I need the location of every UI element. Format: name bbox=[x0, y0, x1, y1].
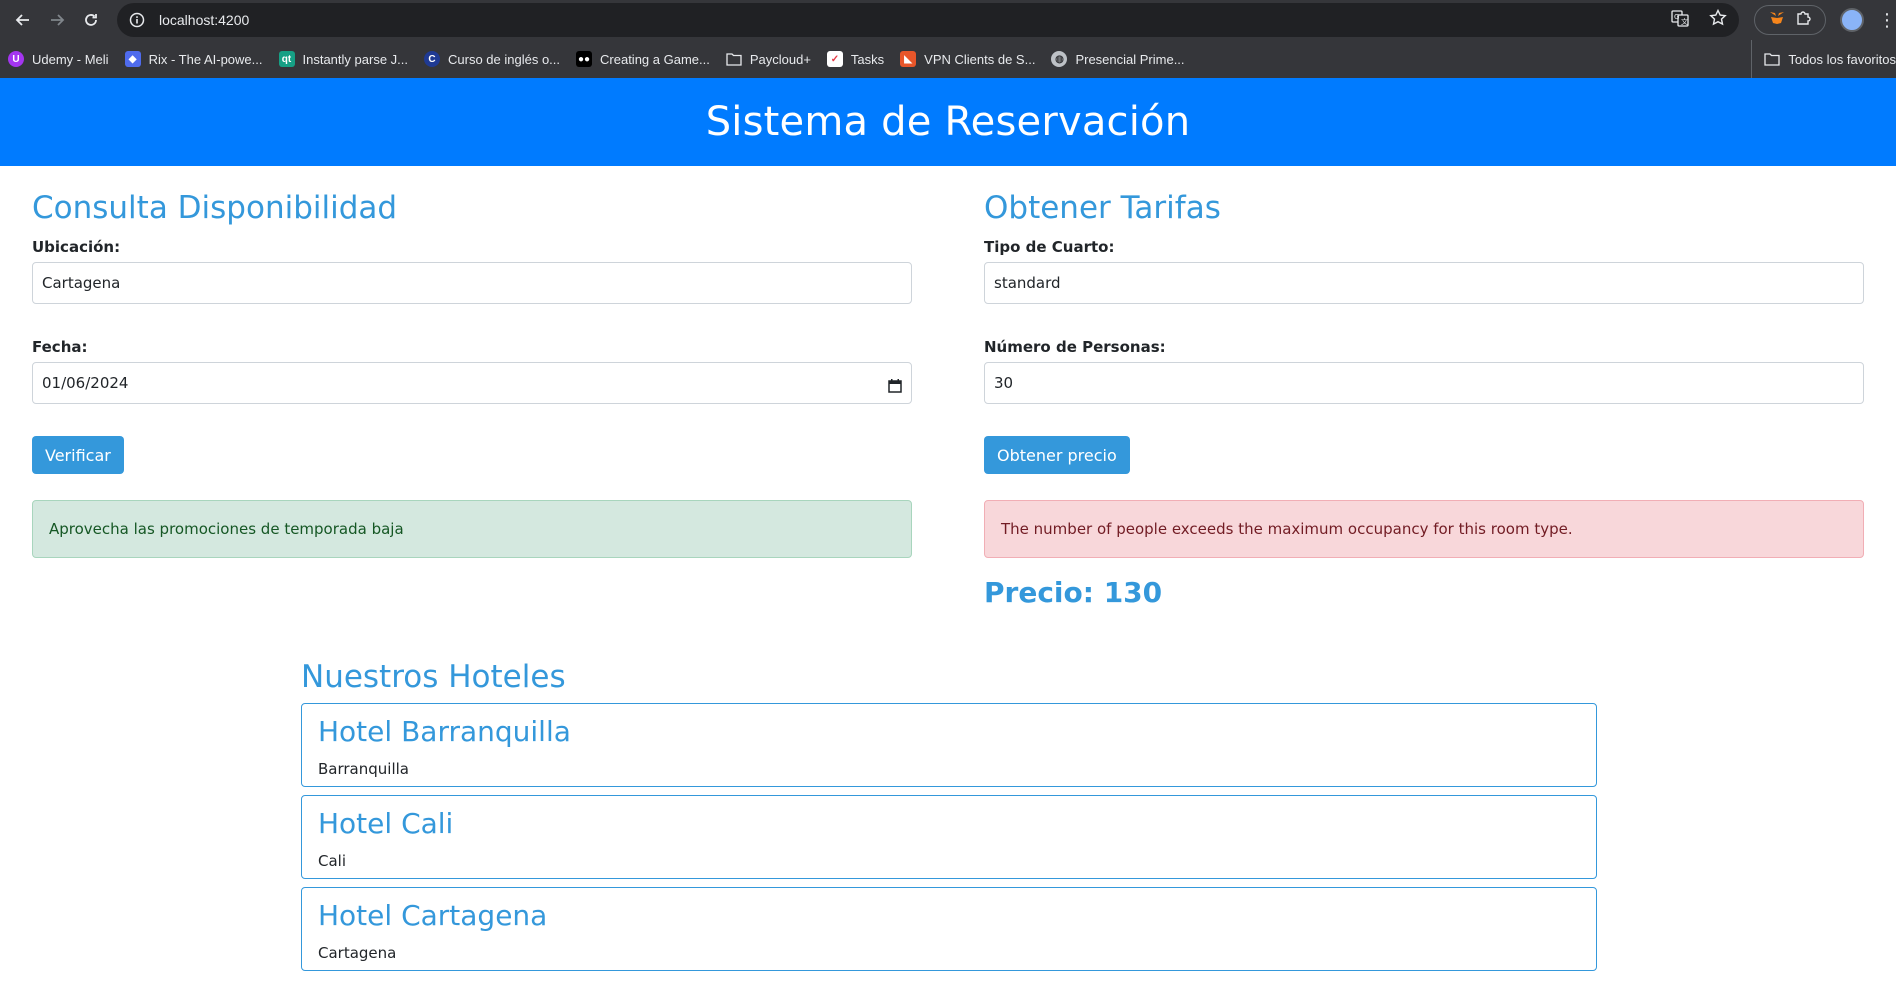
calendar-icon[interactable] bbox=[888, 378, 902, 397]
room-type-input[interactable]: standard bbox=[984, 262, 1864, 304]
rates-section: Obtener Tarifas Tipo de Cuarto: standard… bbox=[984, 166, 1864, 609]
svg-text:G: G bbox=[1674, 13, 1679, 21]
site-info-icon[interactable] bbox=[127, 10, 147, 30]
forms-row: Consulta Disponibilidad Ubicación: Carta… bbox=[0, 166, 1896, 609]
bookmarks-bar: U Udemy - Meli ◆ Rix - The AI-powe... qt Inst… bbox=[0, 40, 1896, 78]
reload-button[interactable] bbox=[74, 3, 108, 37]
forward-arrow-icon bbox=[51, 14, 65, 26]
forward-button[interactable] bbox=[40, 3, 74, 37]
translate-icon[interactable]: G文 bbox=[1671, 9, 1689, 31]
availability-title: Consulta Disponibilidad bbox=[32, 190, 398, 226]
people-label: Número de Personas: bbox=[984, 338, 1166, 356]
bookmark-item[interactable]: C Curso de inglés o... bbox=[424, 51, 560, 67]
hotel-name: Hotel Barranquilla bbox=[318, 715, 571, 748]
extensions-puzzle-icon[interactable] bbox=[1795, 9, 1813, 31]
bookmark-item[interactable]: ◣ VPN Clients de S... bbox=[900, 51, 1035, 67]
hotel-name: Hotel Cartagena bbox=[318, 899, 548, 932]
location-label: Ubicación: bbox=[32, 238, 121, 256]
bookmark-item[interactable]: Paycloud+ bbox=[726, 51, 811, 67]
get-price-button[interactable]: Obtener precio bbox=[984, 436, 1130, 474]
qt-icon: qt bbox=[278, 51, 295, 67]
rix-icon: ◆ bbox=[124, 51, 141, 67]
date-label: Fecha: bbox=[32, 338, 88, 356]
bookmark-label: Paycloud+ bbox=[749, 51, 811, 67]
bookmark-item[interactable]: qt Instantly parse J... bbox=[278, 51, 409, 67]
browser-menu-icon[interactable]: ⋮ bbox=[1878, 10, 1896, 31]
location-input[interactable]: Cartagena bbox=[32, 262, 912, 304]
extensions-area bbox=[1754, 5, 1826, 35]
hotel-card: Hotel Barranquilla Barranquilla bbox=[301, 703, 1597, 787]
bookmark-label: Presencial Prime... bbox=[1075, 51, 1185, 67]
hotels-title: Nuestros Hoteles bbox=[301, 659, 566, 695]
bookmark-label: Curso de inglés o... bbox=[448, 51, 561, 67]
bookmark-label: Udemy - Meli bbox=[32, 51, 109, 67]
page-title: Sistema de Reservación bbox=[705, 99, 1191, 145]
address-bar[interactable]: localhost:4200 G文 bbox=[117, 3, 1739, 37]
bookmark-label: Rix - The AI-powe... bbox=[148, 51, 263, 67]
people-input[interactable]: 30 bbox=[984, 362, 1864, 404]
verify-button[interactable]: Verificar bbox=[32, 436, 124, 474]
globe-icon: ◍ bbox=[1051, 51, 1068, 67]
hotel-name: Hotel Cali bbox=[318, 807, 454, 840]
promo-message: Aprovecha las promociones de temporada b… bbox=[32, 500, 912, 558]
udemy-icon: U bbox=[8, 51, 24, 67]
availability-section: Consulta Disponibilidad Ubicación: Carta… bbox=[32, 166, 912, 609]
bookmark-label: Creating a Game... bbox=[600, 51, 710, 67]
folder-icon bbox=[726, 51, 742, 67]
bookmark-label: VPN Clients de S... bbox=[924, 51, 1036, 67]
profile-avatar[interactable] bbox=[1840, 8, 1864, 32]
hotel-card: Hotel Cartagena Cartagena bbox=[301, 887, 1597, 971]
hotel-city: Barranquilla bbox=[318, 760, 409, 778]
c-icon: C bbox=[424, 51, 440, 67]
hotels-section: Nuestros Hoteles Hotel Barranquilla Barr… bbox=[301, 659, 1597, 971]
metamask-fox-icon[interactable] bbox=[1768, 9, 1786, 31]
toolbar-right: ⋮ bbox=[1754, 0, 1896, 40]
rates-title: Obtener Tarifas bbox=[984, 190, 1221, 226]
bookmark-item[interactable]: ●● Creating a Game... bbox=[576, 51, 710, 67]
app-header: Sistema de Reservación bbox=[0, 78, 1896, 166]
room-type-label: Tipo de Cuarto: bbox=[984, 238, 1115, 256]
medium-icon: ●● bbox=[576, 51, 593, 67]
vpn-icon: ◣ bbox=[900, 51, 917, 67]
bookmark-star-icon[interactable] bbox=[1709, 8, 1727, 31]
browser-toolbar: localhost:4200 G文 ⋮ bbox=[0, 0, 1896, 40]
bookmark-item[interactable]: U Udemy - Meli bbox=[8, 51, 109, 67]
tasks-icon: ✓ bbox=[826, 51, 843, 67]
bookmark-label: Instantly parse J... bbox=[302, 51, 409, 67]
url-text[interactable]: localhost:4200 bbox=[159, 12, 249, 28]
reload-icon bbox=[85, 14, 97, 26]
bookmark-item[interactable]: ✓ Tasks bbox=[826, 51, 885, 67]
date-input[interactable]: 01/06/2024 bbox=[32, 362, 912, 404]
svg-text:文: 文 bbox=[1681, 17, 1688, 26]
occupancy-error-message: The number of people exceeds the maximum… bbox=[984, 500, 1864, 558]
price-result: Precio: 130 bbox=[984, 576, 1163, 609]
hotel-city: Cali bbox=[318, 852, 347, 870]
hotel-city: Cartagena bbox=[318, 944, 397, 962]
back-arrow-icon bbox=[15, 14, 29, 26]
all-bookmarks-label: Todos los favoritos bbox=[1788, 51, 1896, 67]
hotel-card: Hotel Cali Cali bbox=[301, 795, 1597, 879]
bookmark-item[interactable]: ◍ Presencial Prime... bbox=[1051, 51, 1185, 67]
all-bookmarks-folder[interactable]: Todos los favoritos bbox=[1751, 40, 1896, 78]
bookmark-label: Tasks bbox=[850, 51, 885, 67]
bookmark-item[interactable]: ◆ Rix - The AI-powe... bbox=[124, 51, 263, 67]
folder-icon bbox=[1764, 52, 1780, 66]
browser-chrome: localhost:4200 G文 ⋮ U Udemy - Meli ◆ Rix… bbox=[0, 0, 1896, 78]
address-bar-actions: G文 bbox=[1671, 3, 1727, 37]
back-button[interactable] bbox=[6, 3, 40, 37]
